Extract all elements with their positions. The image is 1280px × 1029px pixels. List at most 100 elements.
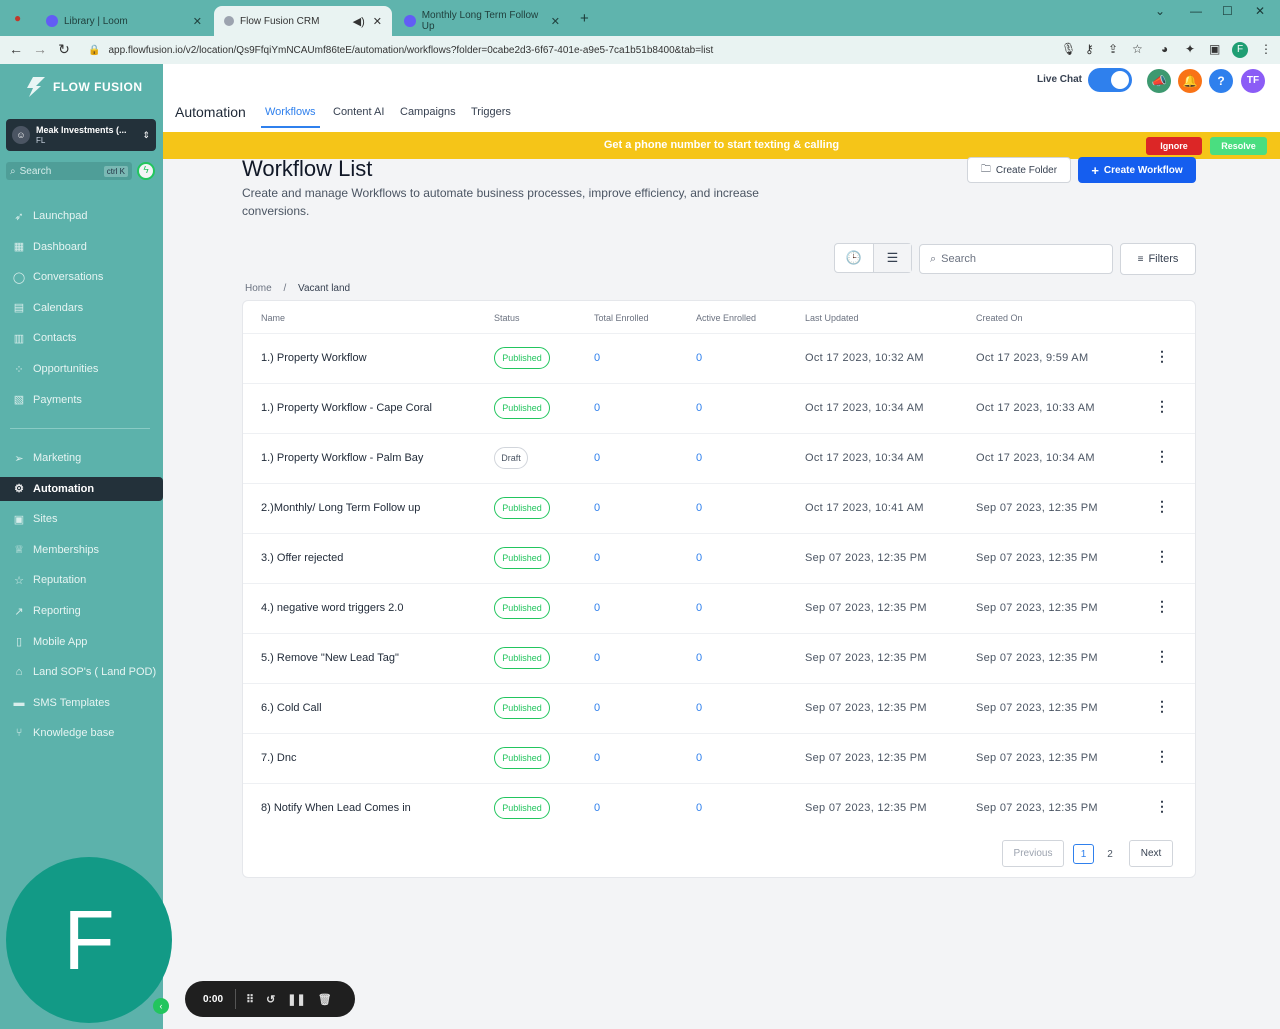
tab-workflows[interactable]: Workflows [261,106,320,128]
active-enrolled[interactable]: 0 [696,752,702,764]
close-tab-icon[interactable]: ✕ [551,15,560,28]
trash-icon[interactable]: 🗑 [318,993,332,1006]
workflow-name[interactable]: 3.) Offer rejected [261,552,343,564]
column-header-status[interactable]: Status [494,313,520,323]
sidebar-item-calendars[interactable]: ▤ Calendars [0,296,163,320]
workflow-name[interactable]: 2.)Monthly/ Long Term Follow up [261,502,420,514]
url-field[interactable]: 🔒 app.flowfusion.io/v2/location/Qs9FfqiY… [84,39,1159,61]
row-menu-icon[interactable]: ⋮ [1155,348,1169,365]
close-tab-icon[interactable]: ✕ [193,15,202,28]
sidebar-item-automation[interactable]: ⚙ Automation [0,476,163,501]
row-menu-icon[interactable]: ⋮ [1155,748,1169,765]
table-row[interactable]: 5.) Remove "New Lead Tag" Published 0 0 Sep … [243,633,1195,683]
minimize-icon[interactable]: — [1190,4,1202,18]
active-enrolled[interactable]: 0 [696,702,702,714]
active-enrolled[interactable]: 0 [696,502,702,514]
pause-icon[interactable]: ❚❚ [287,993,305,1006]
table-row[interactable]: 1.) Property Workflow - Palm Bay Draft 0 0 O… [243,433,1195,483]
workflow-name[interactable]: 5.) Remove "New Lead Tag" [261,652,399,664]
workflow-name[interactable]: 6.) Cold Call [261,702,322,714]
row-menu-icon[interactable]: ⋮ [1155,698,1169,715]
row-menu-icon[interactable]: ⋮ [1155,548,1169,565]
sidebar-item-sms-templates[interactable]: ▬ SMS Templates [0,691,163,715]
create-workflow-button[interactable]: + Create Workflow [1078,157,1196,183]
total-enrolled[interactable]: 0 [594,502,600,514]
close-window-icon[interactable]: ✕ [1255,4,1265,18]
key-icon[interactable]: ⚷ [1085,42,1094,56]
next-page-button[interactable]: Next [1129,840,1173,867]
browser-tab-loom[interactable]: Library | Loom ✕ [36,6,212,36]
active-enrolled[interactable]: 0 [696,552,702,564]
browser-menu-icon[interactable]: ⋮ [1260,42,1272,56]
total-enrolled[interactable]: 0 [594,802,600,814]
total-enrolled[interactable]: 0 [594,602,600,614]
page-1-button[interactable]: 1 [1073,844,1094,864]
table-row[interactable]: 8) Notify When Lead Comes in Published 0 0 S… [243,783,1195,833]
table-row[interactable]: 2.)Monthly/ Long Term Follow up Published… [243,483,1195,533]
column-header-name[interactable]: Name [261,313,285,323]
active-enrolled[interactable]: 0 [696,602,702,614]
table-row[interactable]: 1.) Property Workflow - Cape Coral Publis… [243,383,1195,433]
sidebar-item-opportunities[interactable]: ⁘ Opportunities [0,357,163,381]
filters-button[interactable]: ≡ Filters [1120,243,1196,275]
account-switcher[interactable]: ☺ Meak Investments (... FL ⇕ [6,119,156,151]
back-icon[interactable]: ← [4,41,28,57]
quick-action-bolt-icon[interactable]: ϟ [137,162,155,180]
browser-tab-crm[interactable]: Flow Fusion CRM ◀) ✕ [214,6,392,36]
active-enrolled[interactable]: 0 [696,352,702,364]
drag-handle-icon[interactable]: ⠿ [246,993,254,1006]
sidebar-item-conversations[interactable]: ◯ Conversations [0,265,163,289]
workflow-search-input[interactable]: ⌕ Search [919,244,1113,274]
workflow-name[interactable]: 1.) Property Workflow - Cape Coral [261,402,432,414]
workflow-name[interactable]: 4.) negative word triggers 2.0 [261,602,403,614]
table-row[interactable]: 4.) negative word triggers 2.0 Published 0… [243,583,1195,633]
user-avatar[interactable]: TF [1241,69,1265,93]
sidebar-item-sites[interactable]: ▣ Sites [0,507,163,531]
column-header-created-on[interactable]: Created On [976,313,1023,323]
camera-bubble[interactable]: F [6,857,172,1023]
table-row[interactable]: 7.) Dnc Published 0 0 Sep 07 2023, 12:35 PM S… [243,733,1195,783]
total-enrolled[interactable]: 0 [594,452,600,464]
total-enrolled[interactable]: 0 [594,652,600,664]
mute-tab-icon[interactable]: ◀) [353,15,365,28]
share-icon[interactable]: ⇪ [1108,42,1118,56]
reload-icon[interactable]: ↻ [52,41,76,58]
resolve-button[interactable]: Resolve [1210,137,1267,155]
sidebar-item-marketing[interactable]: ➢ Marketing [0,446,163,470]
brand-logo[interactable]: FLOW FUSION [25,77,143,97]
sidepanel-icon[interactable]: ▣ [1209,42,1220,56]
active-enrolled[interactable]: 0 [696,402,702,414]
column-header-total-enrolled[interactable]: Total Enrolled [594,313,649,323]
restart-icon[interactable]: ↺ [266,993,275,1006]
bookmark-star-icon[interactable]: ☆ [1132,42,1143,56]
sidebar-item-reporting[interactable]: ↗ Reporting [0,599,163,623]
list-view-icon[interactable]: ☰ [872,244,911,272]
clock-view-icon[interactable]: 🕒 [835,244,873,272]
workflow-name[interactable]: 1.) Property Workflow - Palm Bay [261,452,423,464]
tab-search-icon[interactable]: ⌄ [1155,4,1165,18]
total-enrolled[interactable]: 0 [594,352,600,364]
active-enrolled[interactable]: 0 [696,802,702,814]
row-menu-icon[interactable]: ⋮ [1155,798,1169,815]
browser-tab-workflow[interactable]: Monthly Long Term Follow Up ✕ [394,6,570,36]
profile-avatar[interactable]: F [1232,42,1248,58]
previous-page-button[interactable]: Previous [1002,840,1064,867]
row-menu-icon[interactable]: ⋮ [1155,448,1169,465]
workflow-name[interactable]: 8) Notify When Lead Comes in [261,802,411,814]
sidebar-item-reputation[interactable]: ☆ Reputation [0,568,163,592]
breadcrumb-home[interactable]: Home [245,283,272,294]
sidebar-item-dashboard[interactable]: ▦ Dashboard [0,235,163,259]
collapse-check-icon[interactable]: ‹ [153,998,169,1014]
total-enrolled[interactable]: 0 [594,402,600,414]
megaphone-icon[interactable]: 📣 [1147,69,1171,93]
column-header-active-enrolled[interactable]: Active Enrolled [696,313,756,323]
table-row[interactable]: 1.) Property Workflow Published 0 0 Oct 17 2… [243,333,1195,383]
active-enrolled[interactable]: 0 [696,652,702,664]
total-enrolled[interactable]: 0 [594,552,600,564]
total-enrolled[interactable]: 0 [594,752,600,764]
sidebar-item-knowledge-base[interactable]: ⑂ Knowledge base [0,721,163,745]
page-2-button[interactable]: 2 [1100,844,1120,864]
extension-color-icon[interactable]: ◕ [1161,42,1168,56]
total-enrolled[interactable]: 0 [594,702,600,714]
sidebar-item-memberships[interactable]: ♕ Memberships [0,538,163,562]
